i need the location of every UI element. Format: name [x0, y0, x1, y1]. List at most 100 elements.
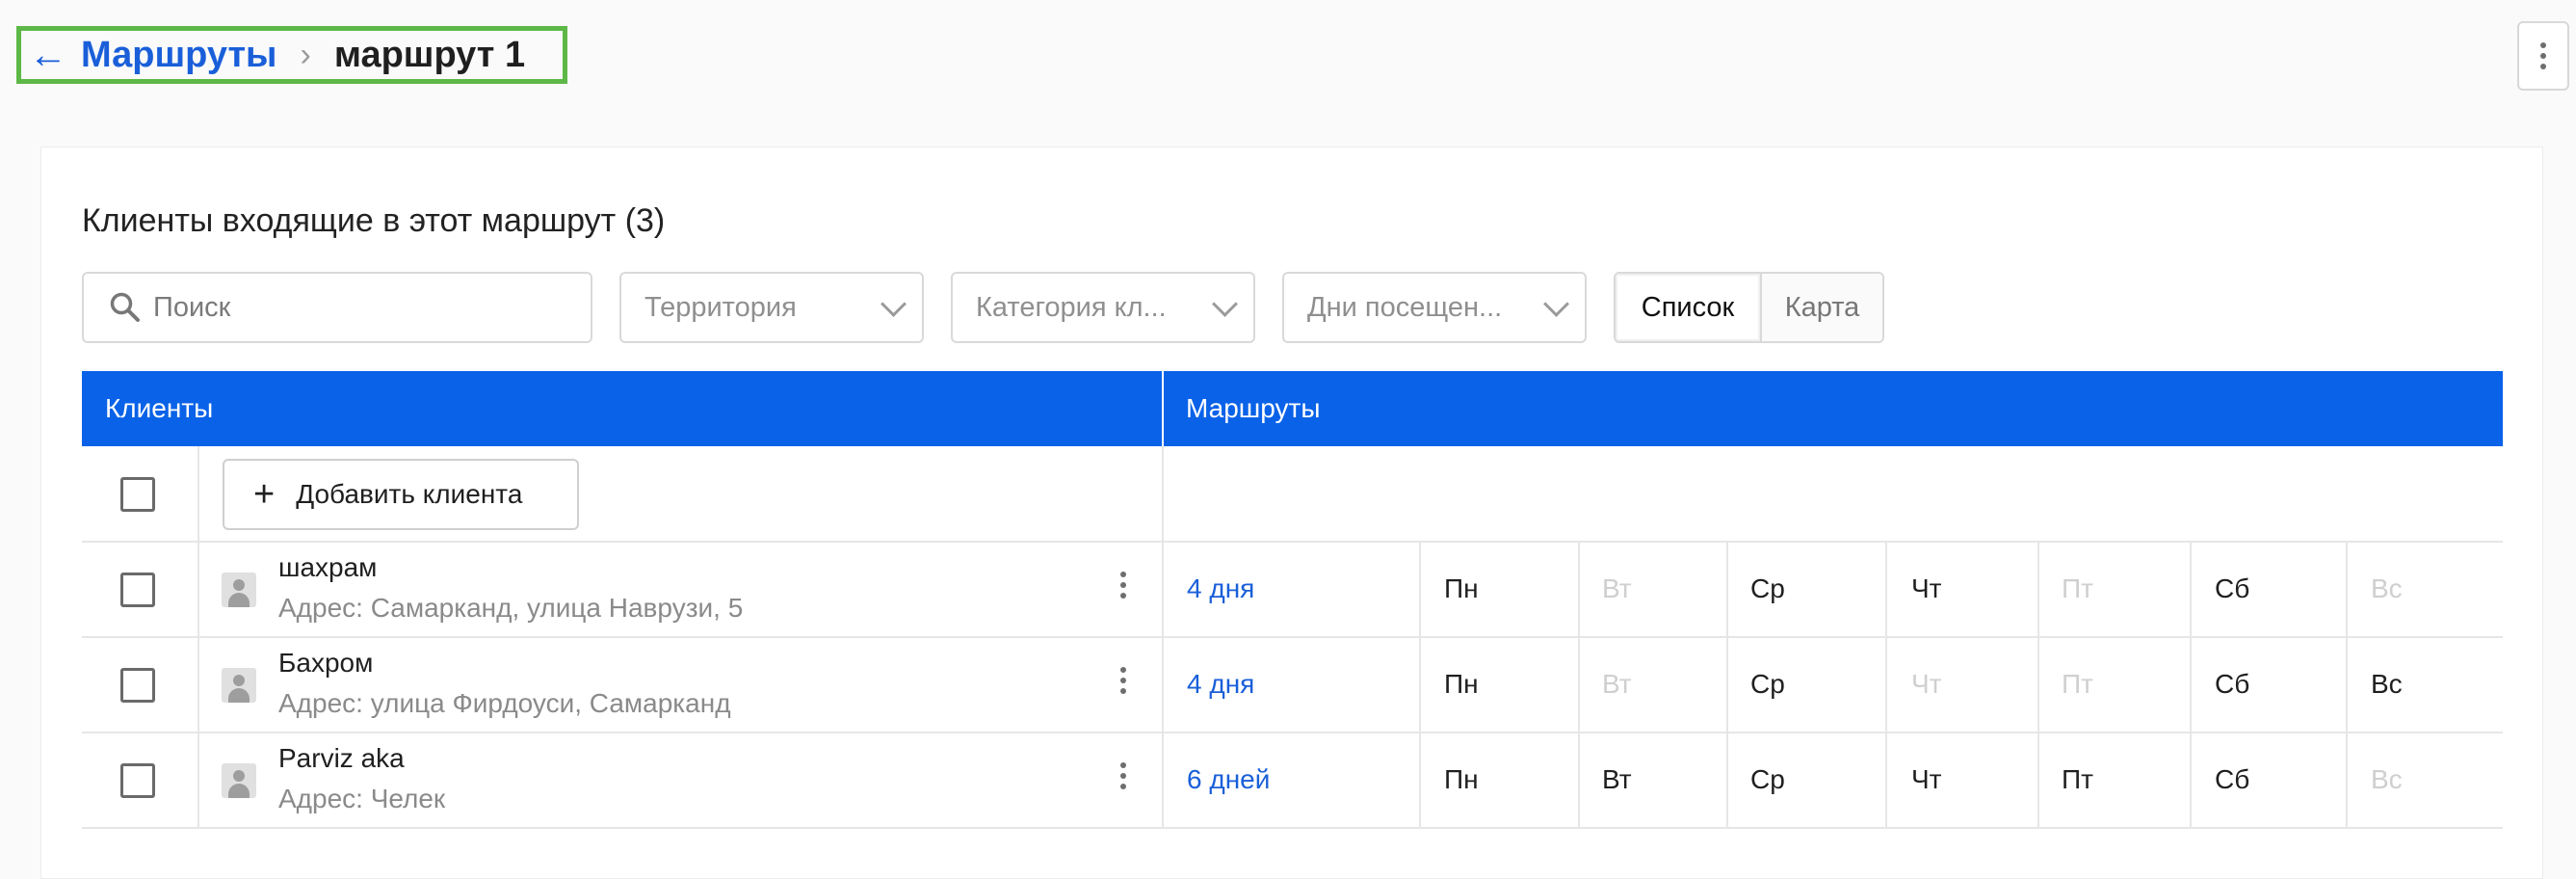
- column-divider: [2346, 638, 2348, 732]
- breadcrumb-link-routes[interactable]: Маршруты: [81, 35, 277, 76]
- column-divider: [197, 446, 199, 541]
- day-cell-4[interactable]: Пт: [2062, 543, 2093, 635]
- arrow-left-icon[interactable]: ←: [29, 36, 67, 74]
- avatar-placeholder-icon: [222, 763, 256, 798]
- day-cell-0[interactable]: Пн: [1444, 638, 1479, 731]
- visit-frequency-link[interactable]: 6 дней: [1187, 733, 1270, 826]
- column-divider: [2037, 733, 2039, 827]
- territory-select-label: Территория: [644, 291, 797, 323]
- day-cell-2[interactable]: Ср: [1750, 638, 1785, 731]
- chevron-down-icon: [881, 290, 907, 317]
- column-divider: [1726, 638, 1728, 732]
- more-vertical-icon: [2540, 42, 2546, 69]
- chevron-right-icon: ›: [300, 36, 311, 73]
- day-cell-5[interactable]: Сб: [2215, 733, 2249, 826]
- day-cell-0[interactable]: Пн: [1444, 733, 1479, 826]
- category-select[interactable]: Категория кл...: [951, 272, 1255, 343]
- column-divider: [2190, 543, 2192, 636]
- column-header-routes: Маршруты: [1186, 393, 1321, 423]
- column-divider: [2190, 638, 2192, 732]
- avatar-placeholder-icon: [222, 573, 256, 607]
- column-divider: [1885, 543, 1887, 636]
- day-cell-3[interactable]: Чт: [1911, 638, 1942, 731]
- view-toggle: Список Карта: [1614, 272, 1884, 343]
- column-divider: [1578, 638, 1580, 732]
- day-cell-5[interactable]: Сб: [2215, 543, 2249, 635]
- avatar-placeholder-icon: [222, 668, 256, 703]
- client-name[interactable]: Parviz aka: [278, 743, 405, 774]
- row-more-options-button[interactable]: [1120, 667, 1126, 694]
- more-vertical-icon: [1120, 762, 1126, 789]
- more-vertical-icon: [1120, 572, 1126, 599]
- row-checkbox[interactable]: [120, 763, 155, 798]
- search-input[interactable]: Поиск: [82, 272, 592, 343]
- more-options-button[interactable]: [2517, 21, 2569, 91]
- column-divider: [197, 733, 199, 827]
- column-divider: [2346, 733, 2348, 827]
- column-divider: [2037, 638, 2039, 732]
- column-divider: [1726, 543, 1728, 636]
- column-divider: [1162, 543, 1164, 636]
- day-cell-6[interactable]: Вс: [2371, 733, 2403, 826]
- column-divider: [1885, 638, 1887, 732]
- row-checkbox[interactable]: [120, 668, 155, 703]
- column-divider: [1162, 733, 1164, 827]
- day-cell-5[interactable]: Сб: [2215, 638, 2249, 731]
- column-divider: [1726, 733, 1728, 827]
- add-client-button[interactable]: + Добавить клиента: [223, 459, 579, 530]
- header-divider: [1162, 371, 1164, 446]
- table-row[interactable]: Бахром Адрес: улица Фирдоуси, Самарканд 4 …: [82, 638, 2503, 733]
- plus-icon: +: [253, 474, 276, 515]
- day-cell-1[interactable]: Вт: [1602, 638, 1632, 731]
- search-icon: [110, 292, 140, 322]
- column-divider: [197, 543, 199, 636]
- table-row[interactable]: шахрам Адрес: Самарканд, улица Наврузи, 5…: [82, 543, 2503, 638]
- column-divider: [1419, 638, 1421, 732]
- client-name[interactable]: Бахром: [278, 648, 373, 679]
- day-cell-2[interactable]: Ср: [1750, 733, 1785, 826]
- table-header: Клиенты Маршруты: [82, 371, 2503, 446]
- column-divider: [2346, 543, 2348, 636]
- client-name[interactable]: шахрам: [278, 552, 377, 583]
- breadcrumb: ← Маршруты › маршрут 1: [16, 26, 567, 84]
- table-row[interactable]: Parviz aka Адрес: Челек 6 дней Пн Вт Ср Чт Пт Сб…: [82, 733, 2503, 829]
- view-toggle-list[interactable]: Список: [1616, 274, 1762, 341]
- select-all-checkbox[interactable]: [120, 477, 155, 512]
- day-cell-0[interactable]: Пн: [1444, 543, 1479, 635]
- visit-frequency-link[interactable]: 4 дня: [1187, 543, 1254, 635]
- visit-frequency-link[interactable]: 4 дня: [1187, 638, 1254, 731]
- section-title: Клиенты входящие в этот маршрут (3): [82, 202, 666, 239]
- day-cell-4[interactable]: Пт: [2062, 638, 2093, 731]
- day-cell-6[interactable]: Вс: [2371, 638, 2403, 731]
- column-divider: [1419, 733, 1421, 827]
- row-more-options-button[interactable]: [1120, 572, 1126, 599]
- client-address: Адрес: улица Фирдоуси, Самарканд: [278, 688, 731, 718]
- day-cell-4[interactable]: Пт: [2062, 733, 2093, 826]
- client-address: Адрес: Челек: [278, 784, 446, 813]
- visit-days-select-label: Дни посещен...: [1307, 291, 1503, 323]
- day-cell-3[interactable]: Чт: [1911, 543, 1942, 635]
- column-divider: [1578, 543, 1580, 636]
- category-select-label: Категория кл...: [976, 291, 1167, 323]
- row-checkbox[interactable]: [120, 573, 155, 607]
- column-divider: [1162, 638, 1164, 732]
- column-header-clients: Клиенты: [105, 393, 214, 423]
- page-title: маршрут 1: [333, 34, 526, 75]
- row-more-options-button[interactable]: [1120, 762, 1126, 789]
- day-cell-3[interactable]: Чт: [1911, 733, 1942, 826]
- day-cell-6[interactable]: Вс: [2371, 543, 2403, 635]
- day-cell-1[interactable]: Вт: [1602, 543, 1632, 635]
- territory-select[interactable]: Территория: [619, 272, 924, 343]
- column-divider: [1578, 733, 1580, 827]
- visit-days-select[interactable]: Дни посещен...: [1282, 272, 1587, 343]
- column-divider: [1885, 733, 1887, 827]
- view-toggle-map[interactable]: Карта: [1762, 274, 1882, 341]
- column-divider: [197, 638, 199, 732]
- column-divider: [2037, 543, 2039, 636]
- add-client-row: + Добавить клиента: [82, 446, 2503, 543]
- day-cell-2[interactable]: Ср: [1750, 543, 1785, 635]
- column-divider: [2190, 733, 2192, 827]
- column-divider: [1162, 446, 1164, 541]
- day-cell-1[interactable]: Вт: [1602, 733, 1632, 826]
- add-client-label: Добавить клиента: [296, 479, 523, 509]
